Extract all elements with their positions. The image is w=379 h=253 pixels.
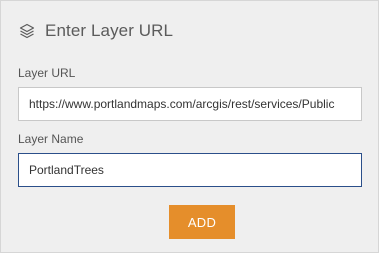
layer-url-input[interactable] [18, 87, 362, 121]
add-button[interactable]: ADD [169, 205, 235, 239]
enter-layer-url-panel: Enter Layer URL Layer URL Layer Name ADD [0, 0, 379, 253]
layer-url-label: Layer URL [18, 66, 76, 80]
panel-header: Enter Layer URL [18, 19, 173, 43]
layer-name-label: Layer Name [18, 132, 84, 146]
layers-icon [18, 22, 36, 40]
panel-title: Enter Layer URL [45, 21, 174, 40]
layer-name-input[interactable] [18, 153, 362, 187]
